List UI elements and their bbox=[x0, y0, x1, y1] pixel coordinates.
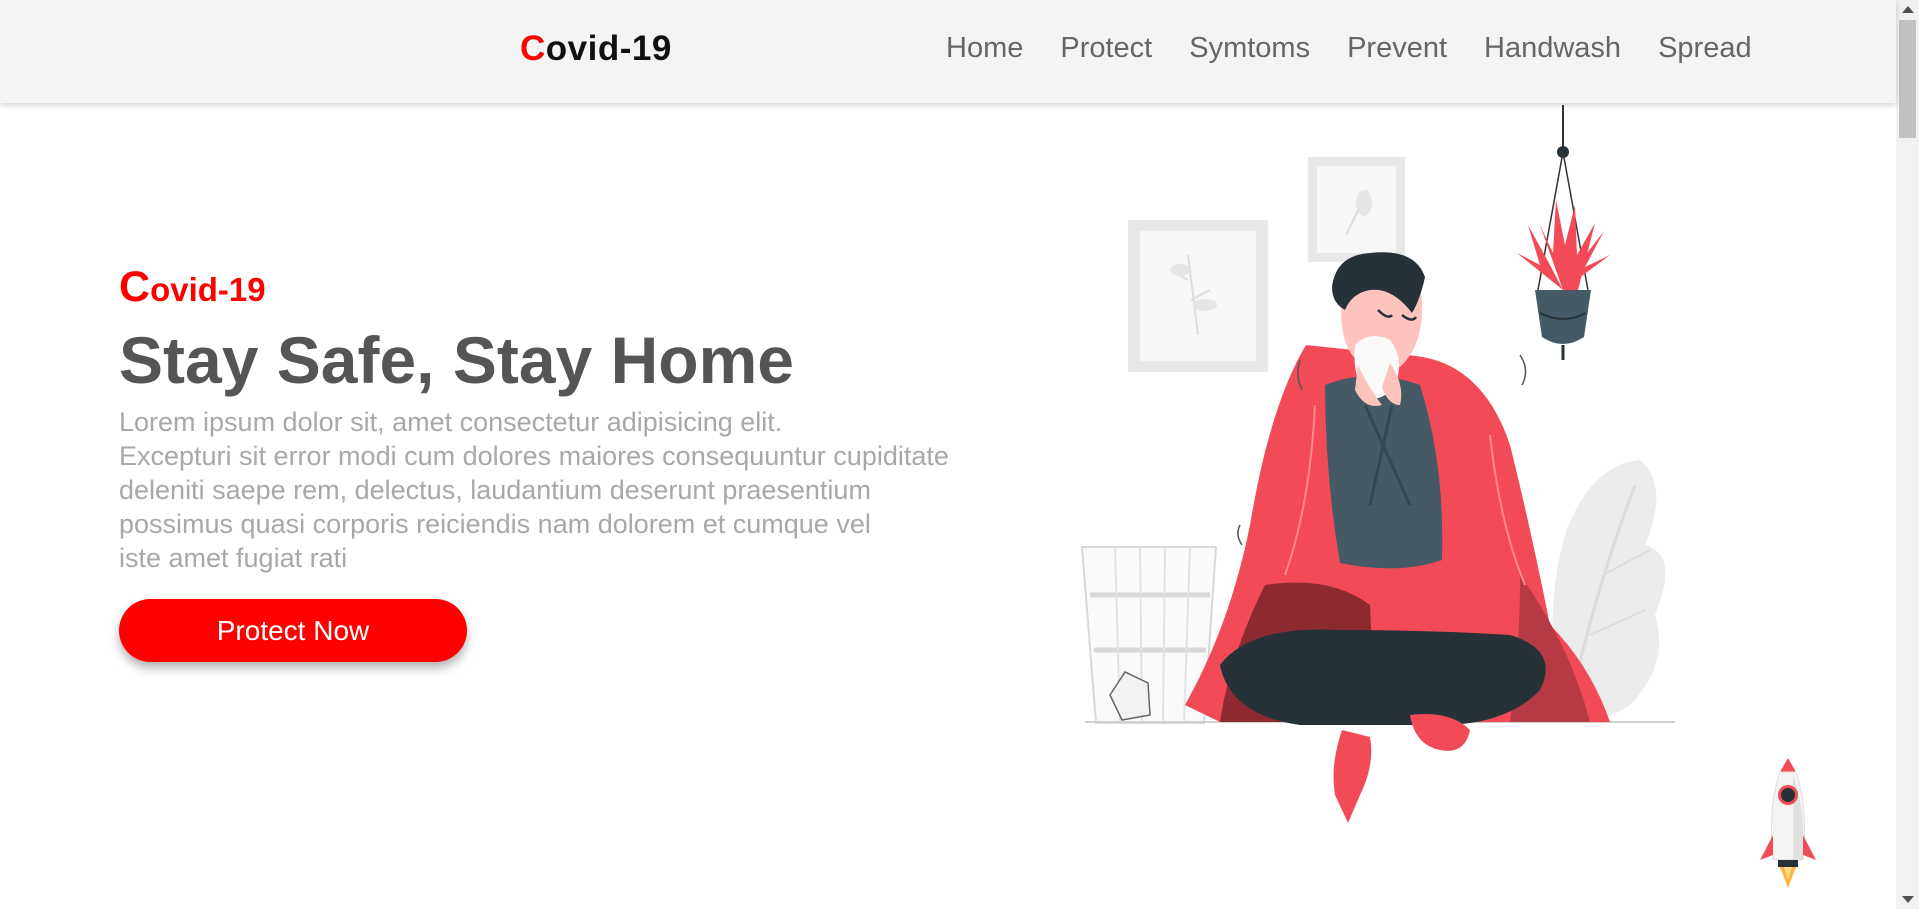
hero-paragraph-line: deleniti saepe rem, delectus, laudantium… bbox=[119, 475, 871, 505]
hanging-plant bbox=[1517, 105, 1610, 360]
hero-paragraph-line: iste amet fugiat rati bbox=[119, 543, 348, 573]
nav-links: Home Protect Symtoms Prevent Handwash Sp… bbox=[946, 32, 1789, 65]
hero-paragraph: Lorem ipsum dolor sit, amet consectetur … bbox=[119, 405, 1059, 575]
scroll-up-arrow-icon[interactable] bbox=[1902, 6, 1914, 13]
hero-paragraph-line: Excepturi sit error modi cum dolores mai… bbox=[119, 441, 949, 471]
picture-frame-right bbox=[1308, 157, 1405, 262]
scrollbar-thumb[interactable] bbox=[1899, 20, 1916, 138]
hero-brand: Covid-19 bbox=[119, 263, 266, 311]
navbar: Covid-19 Home Protect Symtoms Prevent Ha… bbox=[0, 0, 1896, 103]
nav-link-symptoms[interactable]: Symtoms bbox=[1189, 32, 1310, 65]
logo[interactable]: Covid-19 bbox=[520, 29, 672, 69]
protect-now-button[interactable]: Protect Now bbox=[119, 599, 467, 662]
legs bbox=[1220, 629, 1546, 823]
hero-paragraph-line: possimus quasi corporis reiciendis nam d… bbox=[119, 509, 871, 539]
scrollbar[interactable] bbox=[1896, 0, 1919, 909]
torso bbox=[1325, 376, 1443, 569]
hero-paragraph-line: Lorem ipsum dolor sit, amet consectetur … bbox=[119, 407, 783, 437]
scroll-down-arrow-icon[interactable] bbox=[1902, 896, 1914, 903]
picture-frame-left bbox=[1128, 220, 1268, 372]
nav-link-spread[interactable]: Spread bbox=[1658, 32, 1752, 65]
rocket-icon[interactable] bbox=[1748, 750, 1828, 900]
nav-link-home[interactable]: Home bbox=[946, 32, 1023, 65]
nav-link-protect[interactable]: Protect bbox=[1060, 32, 1152, 65]
hero-title: Stay Safe, Stay Home bbox=[119, 323, 794, 397]
nav-link-prevent[interactable]: Prevent bbox=[1347, 32, 1447, 65]
nav-link-handwash[interactable]: Handwash bbox=[1484, 32, 1621, 65]
sick-person-illustration bbox=[1070, 105, 1690, 830]
